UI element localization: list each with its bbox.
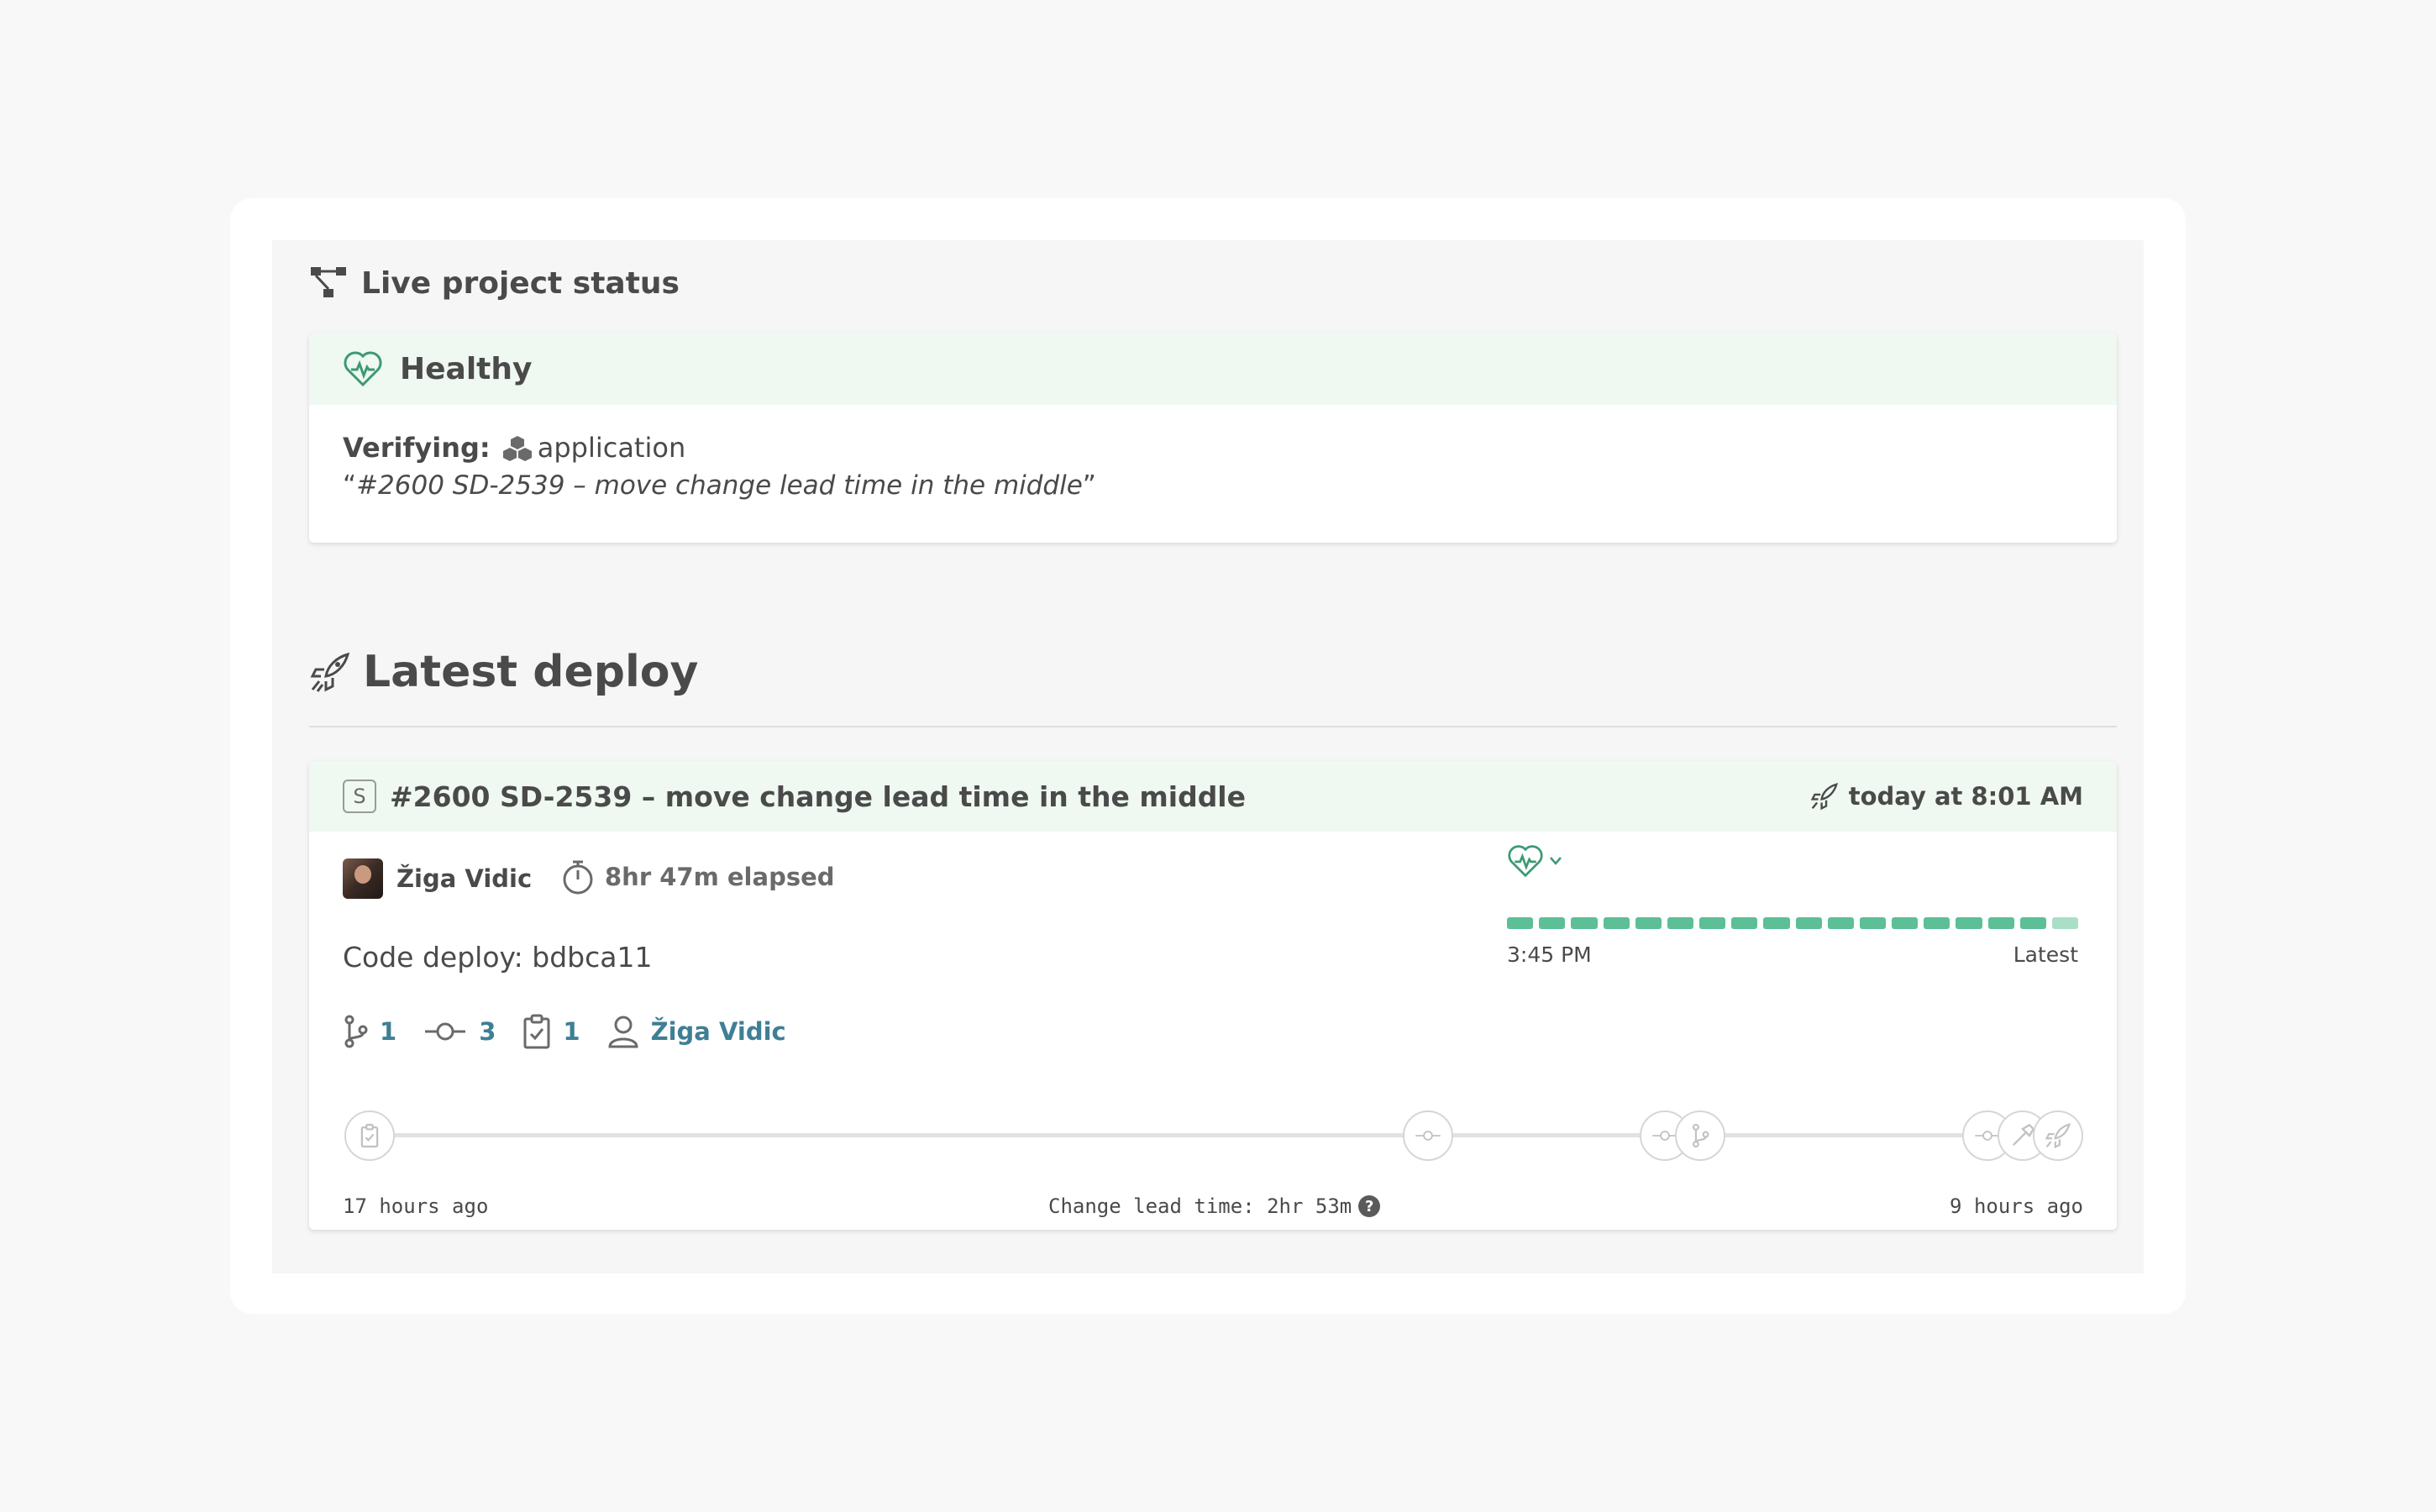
hierarchy-icon	[311, 267, 346, 297]
health-segment[interactable]	[1539, 917, 1566, 929]
deploy-title[interactable]: #2600 SD-2539 – move change lead time in…	[390, 780, 1246, 813]
health-segment[interactable]	[1667, 917, 1694, 929]
live-project-status-title: Live project status	[361, 265, 680, 301]
timeline-task-node[interactable]	[344, 1110, 395, 1161]
timeline-start-label: 17 hours ago	[343, 1194, 489, 1218]
health-segment[interactable]	[1699, 917, 1726, 929]
health-toggle[interactable]	[1507, 843, 2083, 879]
health-segment[interactable]	[2019, 917, 2046, 929]
deploy-card: S #2600 SD-2539 – move change lead time …	[309, 761, 2117, 1230]
health-status-bar: Healthy	[309, 333, 2117, 405]
chevron-down-icon	[1550, 857, 1562, 865]
latest-deploy-header: Latest deploy	[309, 645, 698, 699]
health-status-label: Healthy	[400, 351, 533, 386]
verifying-label: Verifying:	[343, 432, 491, 464]
health-segments	[1507, 917, 2079, 929]
health-segment[interactable]	[1731, 917, 1758, 929]
health-segment[interactable]	[1987, 917, 2014, 929]
health-segment[interactable]	[1635, 917, 1662, 929]
health-segment[interactable]	[1827, 917, 1854, 929]
health-segment[interactable]	[1859, 917, 1887, 929]
user-icon	[608, 1016, 638, 1048]
health-segment[interactable]	[1892, 917, 1919, 929]
deploy-timeline: 17 hours ago Change lead time: 2hr 53m ?…	[343, 1110, 2083, 1218]
page-container: Live project status Healthy Verifying: a…	[230, 198, 2186, 1314]
health-segment[interactable]	[1571, 917, 1598, 929]
health-segment[interactable]	[1763, 917, 1790, 929]
user-link[interactable]: Žiga Vidic	[651, 1017, 786, 1046]
tasks-count: 1	[563, 1017, 580, 1046]
deploy-header-bar: S #2600 SD-2539 – move change lead time …	[309, 761, 2117, 832]
deploy-stats: 1 3 1 Žiga Vidic	[343, 1013, 813, 1050]
quote-close: ”	[1082, 470, 1096, 501]
health-segment[interactable]	[1956, 917, 1982, 929]
verifying-message: “#2600 SD-2539 – move change lead time i…	[343, 470, 1096, 501]
clipboard-check-icon	[360, 1123, 379, 1148]
pull-requests-count: 1	[380, 1017, 397, 1046]
verifying-target: application	[537, 432, 686, 464]
health-labels: 3:45 PM Latest	[1507, 942, 2078, 967]
timeline-commit-node[interactable]	[1403, 1110, 1453, 1161]
content-panel: Live project status Healthy Verifying: a…	[272, 240, 2144, 1273]
change-lead-time: Change lead time: 2hr 53m ?	[1048, 1194, 1381, 1218]
latest-deploy-title: Latest deploy	[363, 647, 699, 697]
elapsed-text: 8hr 47m elapsed	[605, 863, 835, 891]
git-commit-icon	[1415, 1131, 1441, 1141]
git-commit-icon	[425, 1022, 466, 1041]
change-lead-time-label: Change lead time: 2hr 53m	[1048, 1194, 1352, 1218]
boxes-icon	[502, 436, 532, 461]
timeline-end-label: 9 hours ago	[1950, 1194, 2083, 1218]
avatar	[343, 858, 383, 899]
deploy-time-text: today at 8:01 AM	[1848, 782, 2083, 811]
question-circle-icon[interactable]: ?	[1358, 1195, 1381, 1217]
health-segment[interactable]	[1924, 917, 1950, 929]
health-segment[interactable]	[2051, 917, 2079, 929]
deploy-author: Žiga Vidic	[343, 858, 532, 899]
commits-stat[interactable]: 3	[423, 1017, 496, 1046]
status-card: Healthy Verifying: application “#2600 SD…	[309, 333, 2117, 543]
heart-pulse-icon	[1508, 845, 1543, 878]
rocket-icon	[2045, 1122, 2071, 1149]
health-segment[interactable]	[1603, 917, 1630, 929]
heart-pulse-icon	[344, 351, 382, 387]
stopwatch-icon	[563, 860, 593, 895]
quote-open: “	[343, 470, 357, 501]
timeline-deploy-node[interactable]	[2033, 1110, 2083, 1161]
clipboard-check-icon	[523, 1014, 550, 1049]
git-branch-icon	[344, 1015, 368, 1048]
rocket-icon	[310, 652, 350, 692]
commits-count: 3	[479, 1017, 496, 1046]
elapsed-time: 8hr 47m elapsed	[561, 858, 835, 895]
health-segment[interactable]	[1507, 917, 1534, 929]
deploy-timestamp: today at 8:01 AM	[1810, 761, 2083, 832]
live-project-status-header: Live project status	[309, 264, 680, 302]
timeline-merge-node[interactable]	[1675, 1110, 1725, 1161]
rocket-icon	[1810, 782, 1838, 811]
code-deploy-text: Code deploy: bdbca11	[343, 941, 653, 974]
health-end-label: Latest	[2013, 942, 2078, 967]
user-stat[interactable]: Žiga Vidic	[607, 1015, 786, 1048]
verifying-commit-message: #2600 SD-2539 – move change lead time in…	[356, 470, 1083, 501]
section-divider	[309, 726, 2117, 727]
verifying-line: Verifying: application	[343, 432, 685, 464]
tasks-stat[interactable]: 1	[522, 1014, 580, 1049]
timeline-track	[368, 1133, 2056, 1137]
health-history: 3:45 PM Latest	[1507, 843, 2083, 969]
health-segment[interactable]	[1795, 917, 1822, 929]
author-name: Žiga Vidic	[396, 864, 533, 893]
pull-requests-stat[interactable]: 1	[343, 1013, 396, 1050]
git-branch-icon	[1692, 1123, 1709, 1148]
health-start-label: 3:45 PM	[1507, 942, 1592, 967]
deploy-type-badge: S	[343, 780, 376, 813]
